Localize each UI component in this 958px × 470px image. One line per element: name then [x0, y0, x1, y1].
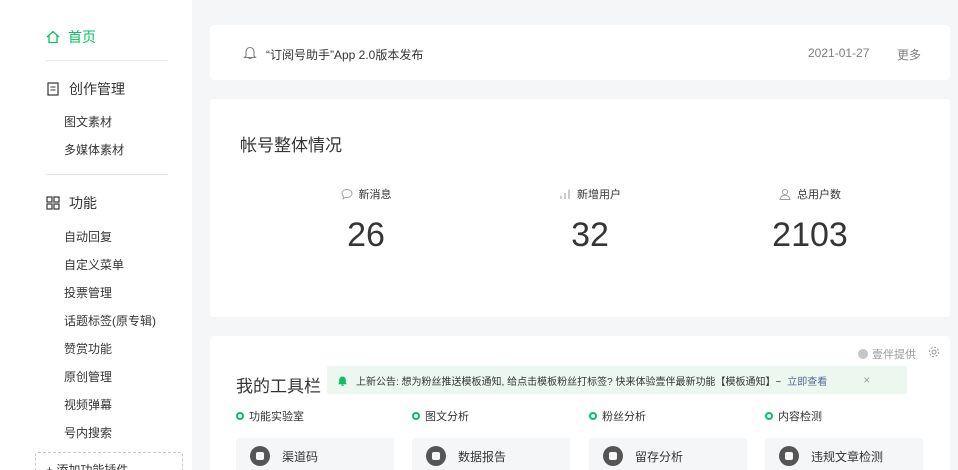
stat-value: 2103 [772, 216, 848, 254]
stat-value: 32 [571, 216, 609, 254]
announcement-link[interactable]: 立即查看 [787, 373, 827, 388]
sidebar-group-features[interactable]: 功能 [46, 193, 97, 213]
stat-value: 26 [347, 216, 385, 254]
close-icon[interactable]: × [863, 373, 870, 387]
stat-new-users[interactable]: 新增用户 32 [490, 186, 690, 255]
circle-icon [236, 412, 244, 420]
circle-icon [412, 412, 420, 420]
gear-icon[interactable] [928, 346, 940, 358]
cycle-icon [603, 446, 623, 466]
announcement-text: 上新公告: 想为粉丝推送模板通知, 给点击模板粉丝打标签? 快来体验壹伴最新功能… [356, 376, 782, 388]
sidebar: 首页 创作管理 图文素材 多媒体素材 功能 自动回复 自定义菜单 投票管理 话题… [0, 0, 192, 470]
sidebar-item-search[interactable]: 号内搜索 [64, 424, 112, 441]
sidebar-item-media[interactable]: 多媒体素材 [64, 141, 124, 158]
tool-column-title: 粉丝分析 [602, 411, 646, 423]
stat-label: 新增用户 [577, 189, 621, 201]
sidebar-item-original[interactable]: 原创管理 [64, 368, 112, 385]
sidebar-item-custom-menu[interactable]: 自定义菜单 [64, 256, 124, 273]
toolbar-panel: 壹伴提供 我的工具栏 上新公告: 想为粉丝推送模板通知, 给点击模板粉丝打标签?… [210, 336, 950, 470]
account-overview: 帐号整体情况 新消息 26 新增用户 32 总用户数 2103 [210, 99, 950, 317]
tool-column-article-analysis: 图文分析 数据报告 [412, 408, 572, 470]
bar-chart-icon [560, 189, 570, 199]
sidebar-group-label: 创作管理 [69, 81, 125, 97]
provider-text: 壹伴提供 [872, 349, 916, 361]
user-icon [779, 188, 791, 200]
notice-bar: “订阅号助手”App 2.0版本发布 2021-01-27 更多 [210, 25, 950, 80]
report-icon [426, 446, 446, 466]
stat-new-messages[interactable]: 新消息 26 [266, 186, 466, 255]
circle-icon [765, 412, 773, 420]
announcement-bar: 上新公告: 想为粉丝推送模板通知, 给点击模板粉丝打标签? 快来体验壹伴最新功能… [327, 366, 907, 394]
sidebar-item-label: 首页 [68, 29, 96, 45]
retention-analysis-button[interactable]: 留存分析 [589, 438, 747, 470]
message-icon [341, 189, 352, 200]
tool-column-content-check: 内容检测 违规文章检测 [765, 408, 925, 470]
sidebar-group-creation[interactable]: 创作管理 [46, 79, 125, 99]
sidebar-item-auto-reply[interactable]: 自动回复 [64, 228, 112, 245]
notice-text[interactable]: “订阅号助手”App 2.0版本发布 [266, 46, 423, 63]
tool-button-label: 渠道码 [282, 449, 319, 464]
stat-label: 总用户数 [797, 189, 841, 201]
tool-button-label: 留存分析 [635, 449, 684, 464]
overview-title: 帐号整体情况 [240, 136, 342, 155]
document-icon [47, 82, 59, 96]
sidebar-item-home[interactable]: 首页 [46, 27, 96, 47]
tool-column-title: 内容检测 [778, 411, 822, 423]
tool-button-label: 违规文章检测 [811, 449, 884, 464]
tools-title: 我的工具栏 [236, 377, 321, 396]
sidebar-item-reward[interactable]: 赞赏功能 [64, 340, 112, 357]
circle-icon [589, 412, 597, 420]
stat-total-users[interactable]: 总用户数 2103 [710, 186, 910, 255]
stat-label: 新消息 [358, 189, 392, 201]
violation-check-button[interactable]: 违规文章检测 [765, 438, 923, 470]
sidebar-item-topic-tags[interactable]: 话题标签(原专辑) [64, 312, 156, 329]
tool-column-title: 功能实验室 [249, 411, 304, 423]
bell-icon [243, 46, 257, 60]
sidebar-item-vote[interactable]: 投票管理 [64, 284, 112, 301]
divider [46, 174, 168, 175]
shield-icon [779, 446, 799, 466]
add-plugin-button[interactable]: + 添加功能插件 [35, 452, 183, 470]
tool-button-label: 数据报告 [458, 449, 507, 464]
divider [46, 60, 168, 61]
provider-logo-icon [858, 349, 868, 359]
sidebar-group-label: 功能 [69, 195, 97, 211]
notice-more-link[interactable]: 更多 [897, 46, 921, 63]
tool-column-fan-analysis: 粉丝分析 留存分析 [589, 408, 749, 470]
provider-label: 壹伴提供 [858, 346, 916, 362]
tool-column-title: 图文分析 [425, 411, 469, 423]
sidebar-item-video-danmaku[interactable]: 视频弹幕 [64, 396, 112, 413]
data-report-button[interactable]: 数据报告 [412, 438, 570, 470]
sidebar-item-articles[interactable]: 图文素材 [64, 113, 112, 130]
tool-column-lab: 功能实验室 渠道码 [236, 408, 396, 470]
notice-date: 2021-01-27 [808, 46, 870, 60]
grid-icon [46, 196, 60, 210]
channel-code-button[interactable]: 渠道码 [236, 438, 394, 470]
bell-icon [338, 376, 347, 386]
qr-code-icon [250, 446, 270, 466]
home-icon [46, 30, 60, 44]
